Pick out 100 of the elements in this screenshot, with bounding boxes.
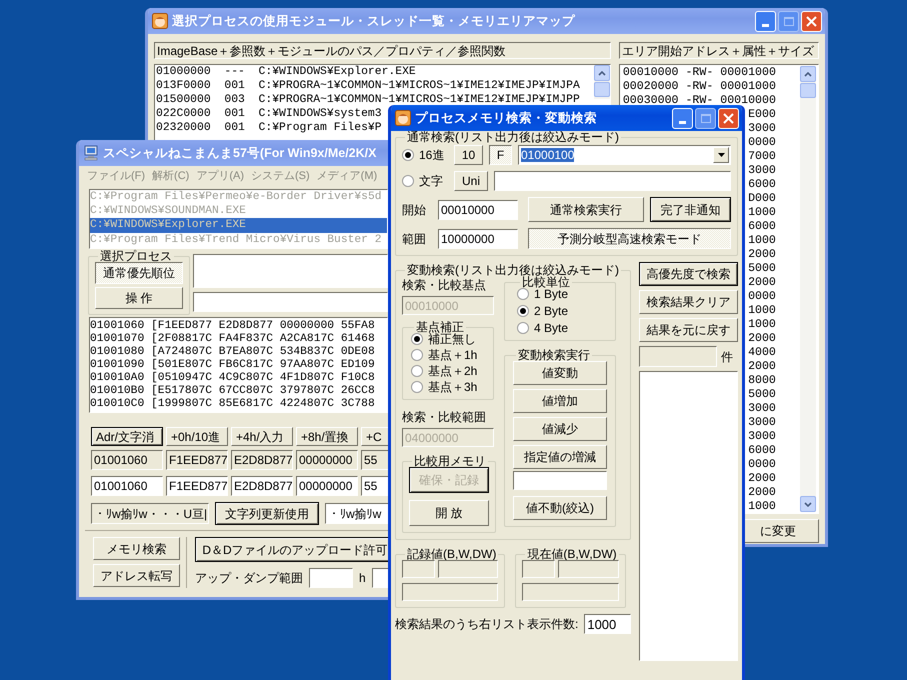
radio-button[interactable]: 4 Byte — [517, 322, 609, 334]
button[interactable]: 開 放 — [409, 500, 489, 526]
button[interactable]: 通常優先順位 — [95, 262, 183, 284]
button[interactable]: アドレス転写 — [93, 564, 180, 587]
list-item[interactable]: 01001090 [501E807C FB6C817C 97AA807C ED109 — [90, 359, 387, 372]
list-item[interactable]: 7000 — [748, 150, 776, 164]
list-item[interactable]: 00020000 -RW- 00001000 — [622, 80, 776, 94]
text-field[interactable]: ・ﾘw揄ﾘw — [325, 503, 388, 524]
list-item[interactable]: 3000 — [748, 416, 776, 430]
list-item[interactable]: 2000 — [748, 472, 776, 486]
list-item[interactable]: 8000 — [748, 374, 776, 388]
list-item[interactable]: 4000 — [748, 346, 776, 360]
list-item[interactable]: 0000 — [748, 290, 776, 304]
button[interactable]: F — [489, 145, 512, 165]
group-title: 比較単位 — [522, 276, 570, 288]
button[interactable]: 完了非通知 — [650, 197, 731, 222]
group-title: 記録値(B,W,DW) — [406, 548, 498, 560]
list-item[interactable]: 2000 — [748, 248, 776, 262]
list-item[interactable]: 010010A0 [0510947C 4C9C807C 4F1D807C F10C8 — [90, 372, 387, 385]
list-item[interactable]: 1000 — [748, 500, 776, 514]
list-item[interactable]: 3000 — [748, 122, 776, 136]
list-item[interactable]: 6000 — [748, 178, 776, 192]
button[interactable]: 通常検索実行 — [528, 197, 644, 222]
list-item[interactable]: 2000 — [748, 332, 776, 346]
list-item[interactable]: 01000000 --- C:¥WINDOWS¥Explorer.EXE — [156, 65, 416, 79]
field-label: 範囲 — [402, 230, 427, 248]
text-field[interactable]: 55 — [361, 476, 388, 496]
list-item[interactable]: 1000 — [748, 206, 776, 220]
list-item[interactable]: 0000 — [748, 136, 776, 150]
radio-button[interactable]: 基点＋1h — [411, 349, 487, 361]
button[interactable]: 値不動(絞込) — [513, 496, 607, 520]
list-item[interactable]: 3000 — [748, 430, 776, 444]
list-item[interactable]: E000 — [748, 108, 776, 122]
button[interactable]: 予測分岐型高速検索モード — [528, 228, 731, 249]
group-title: 選択プロセス — [99, 250, 173, 262]
group-title: 変動検索(リスト出力後は絞込みモード) — [406, 264, 620, 276]
radio-button[interactable]: 2 Byte — [517, 305, 609, 317]
radio-button[interactable]: 基点＋3h — [411, 381, 487, 393]
button[interactable]: 値減少 — [513, 417, 607, 441]
button[interactable]: 結果を元に戻す — [639, 318, 738, 342]
list-item[interactable]: 1000 — [748, 304, 776, 318]
list-item[interactable]: 6000 — [748, 444, 776, 458]
list-item[interactable]: 2000 — [748, 276, 776, 290]
list-item[interactable]: 01001070 [2F08817C FA4F837C A2CA817C 61468 — [90, 333, 387, 346]
text-field[interactable]: E2D8D877 — [231, 476, 293, 496]
button[interactable]: +0h/10進 — [166, 427, 228, 446]
list-item[interactable]: 01500000 003 C:¥PROGRA~1¥COMMON~1¥MICROS~1¥IME12¥IMEJP¥IMJPP — [156, 93, 580, 107]
list-item[interactable]: 2000 — [748, 486, 776, 500]
button[interactable]: 高優先度で検索 — [639, 262, 738, 286]
list-item[interactable]: 010010B0 [E517807C 67CC807C 3797807C 26CC8 — [90, 385, 387, 398]
field-label: 検索結果のうち右リスト表示件数: — [395, 616, 578, 633]
button[interactable]: 文字列更新使用 — [215, 502, 319, 525]
list-item[interactable]: 022C0000 001 C:¥WINDOWS¥system3 — [156, 107, 382, 121]
column-header: ImageBase＋参照数＋モジュールのパス／プロパティ／参照関数 — [154, 42, 611, 59]
button[interactable]: 検索結果クリア — [639, 290, 738, 314]
button[interactable]: Adr/文字消 — [91, 427, 163, 446]
field-label: 検索・比較範囲 — [402, 409, 487, 426]
text-field[interactable]: 10000000 — [438, 228, 518, 248]
button[interactable]: +4h/入力 — [231, 427, 293, 446]
radio-button[interactable]: 16進 — [402, 149, 448, 161]
list-item[interactable]: 1000 — [748, 318, 776, 332]
unit-label: h — [359, 570, 366, 587]
list-item[interactable]: 0000 — [748, 458, 776, 472]
radio-button[interactable]: 基点＋2h — [411, 365, 487, 377]
text-field[interactable]: F1EED877 — [166, 476, 228, 496]
field-label: アップ・ダンプ範囲 — [195, 570, 303, 587]
text-field[interactable]: 00010000 — [438, 200, 518, 220]
list-item[interactable]: 3000 — [748, 164, 776, 178]
list-item[interactable]: 2000 — [748, 360, 776, 374]
list-item[interactable]: 010010C0 [1999807C 85E6817C 4224807C 3C788 — [90, 398, 387, 411]
button[interactable]: 操 作 — [95, 287, 183, 309]
button[interactable]: に変更 — [743, 519, 819, 543]
text-field[interactable]: 1000 — [584, 614, 631, 634]
list-item[interactable]: 01001080 [A724807C B7EA807C 534B837C 0DE08 — [90, 346, 387, 359]
list-item[interactable]: 3000 — [748, 402, 776, 416]
button[interactable]: Uni — [454, 171, 488, 191]
button[interactable]: メモリ検索 — [93, 537, 180, 560]
list-item[interactable]: 5000 — [748, 262, 776, 276]
list-item[interactable]: 00010000 -RW- 00001000 — [622, 66, 776, 80]
button[interactable]: D＆Dファイルのアップロード許可 — [195, 537, 388, 562]
list-item[interactable]: 5000 — [748, 388, 776, 402]
button[interactable]: +C — [361, 427, 388, 446]
text-field[interactable]: 00000000 — [296, 476, 358, 496]
radio-button[interactable]: 補正無し — [411, 333, 487, 345]
button[interactable]: 指定値の増減 — [513, 445, 607, 469]
list-item[interactable]: 6000 — [748, 220, 776, 234]
text-field[interactable]: 01001060 — [91, 476, 163, 496]
radio-button[interactable]: 1 Byte — [517, 288, 609, 300]
dropdown[interactable]: 01000100 — [518, 145, 731, 165]
list-item[interactable]: 013F0000 001 C:¥PROGRA~1¥COMMON~1¥MICROS~1¥IME12¥IMEJP¥IMJPA — [156, 79, 580, 93]
list-item[interactable]: 01001060 [F1EED877 E2D8D877 00000000 55FA8 — [90, 320, 387, 333]
button[interactable]: +8h/置換 — [296, 427, 358, 446]
list-item[interactable]: 00030000 -RW- 00010000 — [622, 94, 776, 108]
list-item[interactable]: D000 — [748, 192, 776, 206]
button[interactable]: 10 — [454, 145, 483, 165]
radio-button[interactable]: 文字 — [402, 175, 448, 187]
list-item[interactable]: 02320000 001 C:¥Program Files¥P — [156, 121, 382, 135]
list-item[interactable]: 1000 — [748, 234, 776, 248]
button[interactable]: 値増加 — [513, 389, 607, 413]
button[interactable]: 値変動 — [513, 361, 607, 385]
